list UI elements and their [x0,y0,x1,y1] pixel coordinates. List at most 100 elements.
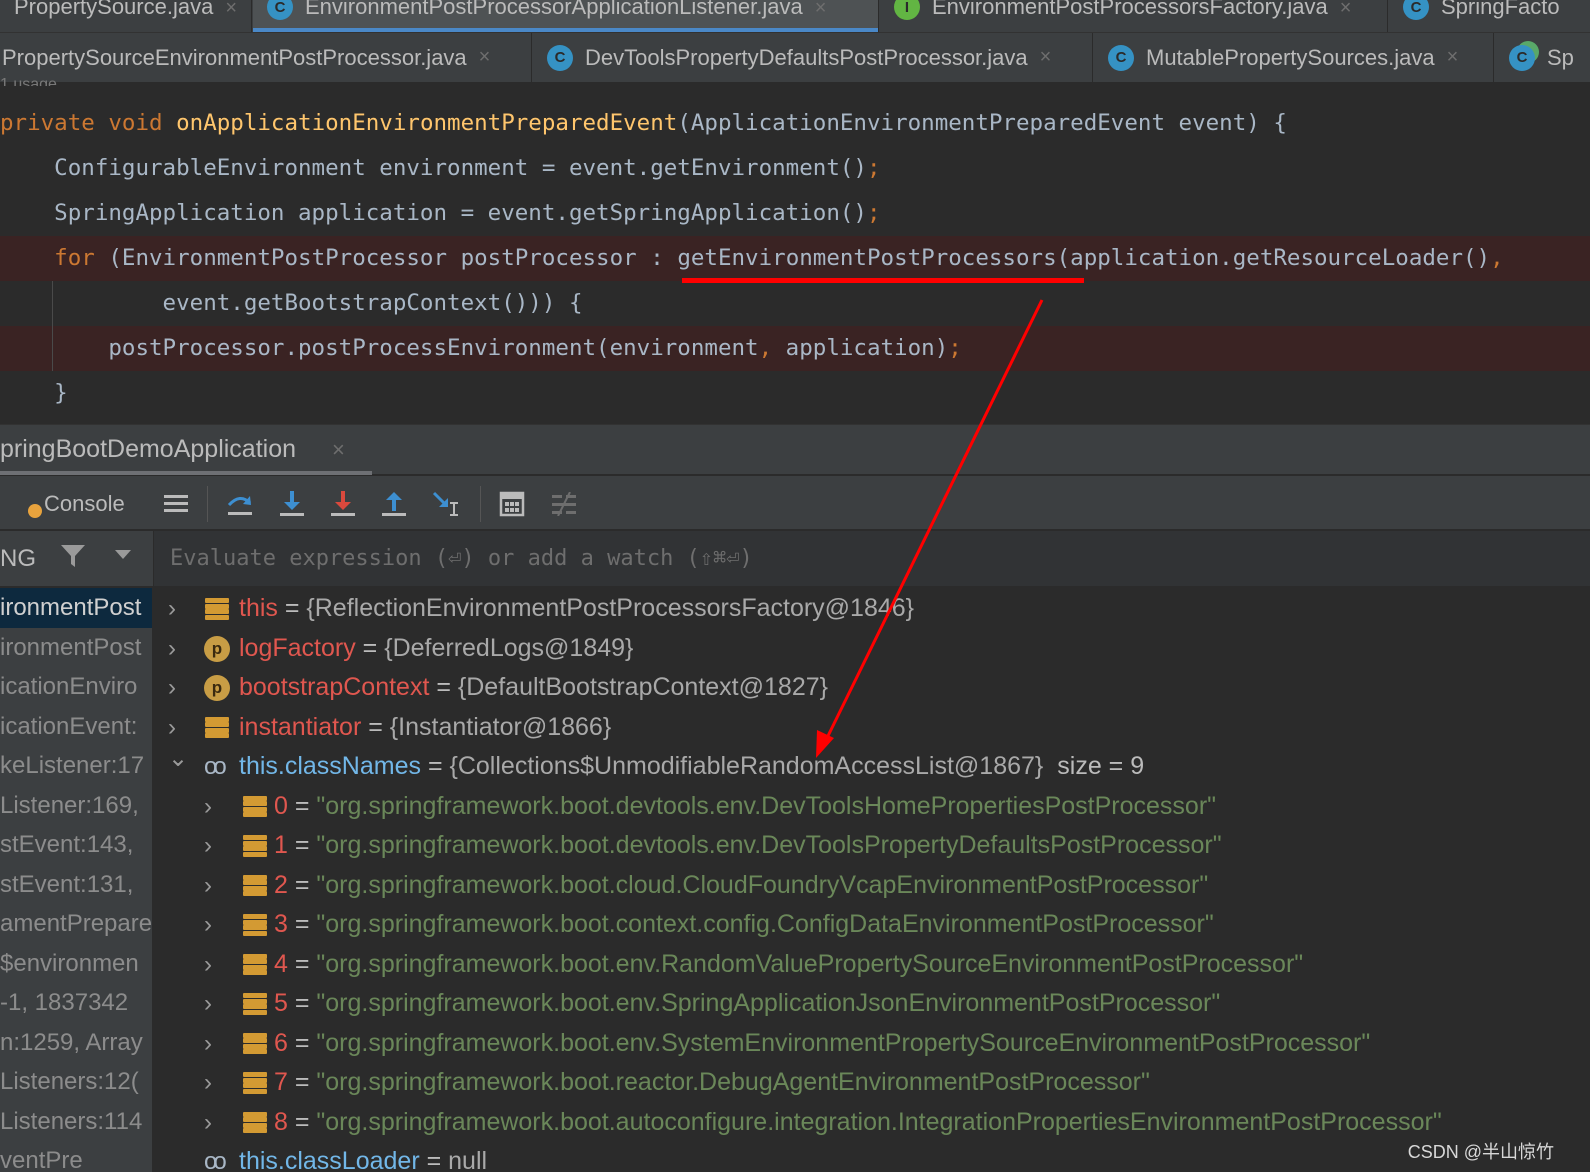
variable-value: {Collections$UnmodifiableRandomAccessLis… [449,752,1044,780]
show-execution-point-button[interactable] [160,484,192,524]
variable-row[interactable]: › p logFactory = {DeferredLogs@1849} [154,629,1590,669]
variable-name: logFactory [239,633,356,662]
stack-frame[interactable]: $environmen [0,944,152,984]
list-item-text: 2 = "org.springframework.boot.cloud.Clou… [274,866,1208,906]
chevron-right-icon[interactable]: › [204,787,224,827]
tab-spring-application[interactable]: C Sp [1495,33,1590,82]
list-item[interactable]: › 8 = "org.springframework.boot.autoconfi… [154,1103,1590,1143]
stack-frame[interactable]: keListener:17 [0,746,152,786]
keyword: for [0,245,109,271]
tab-mutable-property-sources[interactable]: C MutablePropertySources.java × [1094,33,1494,82]
tab-label: Sp [1547,44,1574,70]
list-item[interactable]: › 0 = "org.springframework.boot.devtools.… [154,787,1590,827]
step-over-button[interactable] [224,484,256,524]
list-item-text: 4 = "org.springframework.boot.env.Random… [274,945,1303,985]
tab-devtools-property-defaults-post-processor[interactable]: C DevToolsPropertyDefaultsPostProcessor.… [533,33,1093,82]
stack-frame[interactable]: stEvent:143, [0,825,152,865]
list-item[interactable]: › 1 = "org.springframework.boot.devtools.… [154,826,1590,866]
list-item-text: 8 = "org.springframework.boot.autoconfig… [274,1103,1442,1143]
close-icon[interactable]: × [225,0,237,20]
list-index: 3 [274,910,288,938]
code-line-6-breakpoint: postProcessor.postProcessEnvironment(env… [0,326,1590,371]
chevron-right-icon[interactable]: › [168,629,188,669]
close-icon[interactable]: × [1040,46,1052,69]
thread-selector[interactable]: NG [0,545,36,573]
variable-value: {Instantiator@1866} [389,712,612,741]
stack-frame[interactable]: -1, 1837342 [0,983,152,1023]
list-item[interactable]: › 7 = "org.springframework.boot.reactor.D… [154,1063,1590,1103]
close-icon[interactable]: × [815,0,827,20]
chevron-right-icon[interactable]: › [168,668,188,708]
stack-frame[interactable]: Listeners:114 [0,1102,152,1142]
frames-header: NG [0,531,153,587]
force-step-into-icon [331,491,355,516]
chevron-right-icon[interactable]: › [204,826,224,866]
stack-frame[interactable]: stEvent:131, [0,865,152,905]
tab-property-source-environment-post-processor[interactable]: PropertySourceEnvironmentPostProcessor.j… [0,33,532,82]
console-button[interactable]: Console [28,484,125,524]
tab-propertysource[interactable]: PropertySource.java × [0,0,252,32]
tab-environment-post-processor-application-listener[interactable]: C EnvironmentPostProcessorApplicationLis… [253,0,879,32]
chevron-right-icon[interactable]: › [204,1024,224,1064]
stack-frame[interactable]: Listener:169, [0,786,152,826]
chevron-right-icon[interactable]: › [168,589,188,629]
usage-hint[interactable]: 1 usage [0,76,57,86]
debug-session-tab[interactable]: pringBootDemoApplication × [0,424,1590,475]
chevron-right-icon[interactable]: › [204,1103,224,1143]
step-out-button[interactable] [378,484,410,524]
string-value: "org.springframework.boot.env.SystemEnvi… [316,1028,1371,1057]
equals-sign: = [287,1068,317,1096]
list-item[interactable]: › 2 = "org.springframework.boot.cloud.Clo… [154,866,1590,906]
indent-guide [52,281,53,371]
chevron-right-icon[interactable]: › [204,945,224,985]
variable-row[interactable]: › instantiator = {Instantiator@1866} [154,708,1590,748]
chevron-right-icon[interactable]: › [204,984,224,1024]
equals-sign: = [287,791,317,820]
chevron-right-icon[interactable]: › [204,866,224,906]
stack-frame[interactable]: icationEvent: [0,707,152,747]
chevron-right-icon[interactable]: › [204,905,224,945]
variable-row[interactable]: ⌄ oo this.classNames = {Collections$Unmodi… [154,745,1590,787]
field-icon [242,912,268,938]
tab-spring-factories[interactable]: C SpringFacto [1389,0,1590,32]
trace-current-stream-button[interactable] [548,484,580,524]
tab-label: SpringFacto [1441,0,1560,19]
field-icon [242,794,268,820]
stack-frame[interactable]: Listeners:12( [0,1062,152,1102]
close-icon[interactable]: × [1340,0,1352,20]
filter-icon[interactable] [60,543,86,576]
stack-frame[interactable]: ironmentPost [0,588,152,628]
run-to-cursor-button[interactable] [430,484,464,524]
separator [207,486,208,522]
code-line-7: } [0,371,1590,416]
close-icon[interactable]: × [332,437,345,463]
list-item[interactable]: › 5 = "org.springframework.boot.env.Sprin… [154,984,1590,1024]
list-item[interactable]: › 3 = "org.springframework.boot.context.c… [154,905,1590,945]
punctuation: , [758,335,773,361]
list-index: 1 [274,831,288,859]
variable-row[interactable]: › this = {ReflectionEnvironmentPostProces… [154,589,1590,629]
list-index: 2 [274,870,288,899]
force-step-into-button[interactable] [327,484,359,524]
evaluate-expression-input[interactable] [154,531,1590,586]
dropdown-arrow-icon[interactable] [114,545,132,569]
list-item[interactable]: › 4 = "org.springframework.boot.env.Rando… [154,945,1590,985]
step-into-button[interactable] [276,484,308,524]
code-editor[interactable]: 1 usage private void onApplicationEnviro… [0,76,1590,424]
variable-row[interactable]: oo this.classLoader = null [154,1142,1590,1172]
close-icon[interactable]: × [479,46,491,69]
stack-frame[interactable]: ventPre [0,1141,152,1172]
variable-row[interactable]: › p bootstrapContext = {DefaultBootstrapCo… [154,668,1590,708]
stack-frame[interactable]: ironmentPost [0,628,152,668]
variable-name: bootstrapContext [239,673,430,701]
list-item[interactable]: › 6 = "org.springframework.boot.env.Syste… [154,1024,1590,1064]
close-icon[interactable]: × [1447,46,1459,69]
chevron-right-icon[interactable]: › [204,1063,224,1103]
tab-environment-post-processors-factory[interactable]: I EnvironmentPostProcessorsFactory.java … [880,0,1388,32]
stack-frame[interactable]: icationEnviro [0,667,152,707]
stack-frame[interactable]: amentPrepare [0,904,152,944]
stack-frame[interactable]: n:1259, Array [0,1023,152,1063]
evaluate-expression-button[interactable] [496,484,528,524]
variable-text: this.classNames = {Collections$Unmodifia… [239,747,1144,787]
chevron-down-icon[interactable]: ⌄ [168,739,188,779]
